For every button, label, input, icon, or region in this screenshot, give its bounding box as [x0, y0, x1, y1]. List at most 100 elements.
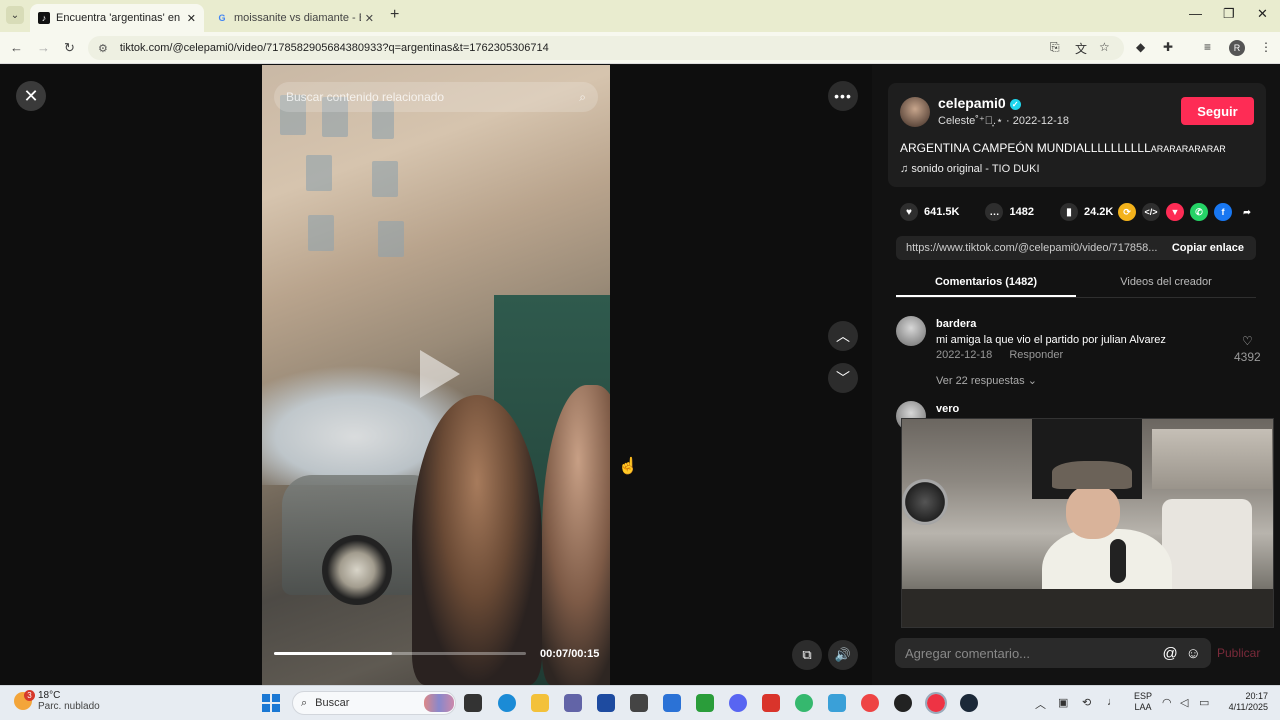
reload-icon[interactable]: ↻	[64, 40, 75, 56]
file-explorer-icon[interactable]	[531, 694, 549, 712]
bookmark-star-icon[interactable]: ☆	[1099, 40, 1110, 54]
tab-tiktok[interactable]: ♪ Encuentra 'argentinas' en TikTok ✕	[30, 4, 204, 32]
edge-icon[interactable]	[498, 694, 516, 712]
video-timecode: 00:07/00:15	[540, 648, 600, 660]
share-arrow-icon[interactable]: ➦	[1238, 203, 1256, 221]
extensions-puzzle-icon[interactable]: ✚	[1163, 40, 1173, 54]
tab-comments[interactable]: Comentarios (1482)	[896, 270, 1076, 297]
tray-sync-icon[interactable]: ⟲	[1082, 696, 1091, 709]
app-red-icon[interactable]	[762, 694, 780, 712]
taskbar-search-label: Buscar	[315, 697, 350, 709]
language-indicator[interactable]: ESP LAA	[1134, 691, 1152, 713]
follow-button[interactable]: Seguir	[1181, 97, 1254, 125]
profile-avatar[interactable]: R	[1229, 40, 1245, 56]
publish-button[interactable]: Publicar	[1217, 646, 1260, 660]
post-link[interactable]: https://www.tiktok.com/@celepami0/video/…	[896, 242, 1160, 254]
related-search-input[interactable]: Buscar contenido relacionado ⌕	[274, 82, 598, 112]
chrome-active-icon[interactable]	[925, 692, 947, 714]
install-app-icon[interactable]: ⎘	[1050, 40, 1060, 55]
comment-like[interactable]: ♡ 4392	[1234, 334, 1261, 364]
view-replies-button[interactable]: Ver 22 respuestas ⌄	[936, 374, 1037, 387]
copy-link-button[interactable]: Copiar enlace	[1160, 242, 1256, 254]
app-green-icon[interactable]	[795, 694, 813, 712]
tab-creator-videos[interactable]: Videos del creador	[1076, 270, 1256, 297]
weather-widget[interactable]: 3 18°C Parc. nublado	[14, 690, 100, 712]
weather-desc: Parc. nublado	[38, 701, 100, 712]
xbox-icon[interactable]	[696, 694, 714, 712]
start-windows-icon[interactable]	[262, 694, 280, 712]
tab-google[interactable]: G moissanite vs diamante - Busca ✕	[208, 4, 382, 32]
app-cube-icon[interactable]	[630, 694, 648, 712]
comment-bubble-icon[interactable]: …	[985, 203, 1004, 221]
menu-kebab-icon[interactable]: ⋮	[1260, 40, 1272, 54]
video-stage: ✕ Buscar contenido relacionado ⌕ 00:07/0…	[0, 65, 872, 685]
floating-player-button[interactable]: ⧉	[792, 640, 822, 670]
close-tab-icon[interactable]: ✕	[365, 12, 374, 25]
comment-username[interactable]: bardera	[936, 318, 976, 330]
battery-icon[interactable]: ▭	[1199, 696, 1209, 709]
notepad-icon[interactable]	[828, 694, 846, 712]
discord-icon[interactable]	[729, 694, 747, 712]
language-line1: ESP	[1134, 691, 1153, 701]
whatsapp-icon[interactable]: ✆	[1190, 203, 1208, 221]
wifi-icon[interactable]: ◠	[1162, 696, 1172, 709]
comment-input[interactable]: Agregar comentario... @ ☺	[895, 638, 1211, 668]
search-icon[interactable]: ⌕	[579, 90, 586, 105]
facebook-icon[interactable]: f	[1214, 203, 1232, 221]
tray-app-icon[interactable]: ▣	[1058, 696, 1068, 709]
reply-button[interactable]: Responder	[1009, 349, 1063, 361]
app-azure-icon[interactable]	[663, 694, 681, 712]
send-friends-icon[interactable]: ▼	[1166, 203, 1184, 221]
next-video-button[interactable]: ﹀	[828, 363, 858, 393]
maximize-icon[interactable]: ❐	[1223, 6, 1235, 22]
back-icon[interactable]: ←	[10, 40, 23, 55]
store-icon[interactable]	[597, 694, 615, 712]
task-view-icon[interactable]	[464, 694, 482, 712]
copy-link-box: https://www.tiktok.com/@celepami0/video/…	[896, 236, 1256, 260]
comment-username[interactable]: vero	[936, 403, 959, 415]
video-progress-bar[interactable]	[274, 652, 526, 655]
taskbar-clock[interactable]: 20:17 4/11/2025	[1222, 691, 1268, 713]
media-control-icon[interactable]: ≡	[1204, 40, 1211, 54]
speaker-icon[interactable]: ◁	[1180, 696, 1188, 709]
comment-avatar[interactable]	[896, 316, 926, 346]
translate-icon[interactable]: 文	[1075, 40, 1087, 57]
close-video-button[interactable]: ✕	[16, 81, 46, 111]
play-icon[interactable]	[420, 350, 460, 398]
comment-heart-icon[interactable]: ♡	[1242, 334, 1253, 348]
teams-icon[interactable]	[564, 694, 582, 712]
bookmark-icon[interactable]: ▮	[1059, 203, 1078, 221]
previous-video-button[interactable]: ︿	[828, 321, 858, 351]
share-row: ⟳ </> ▼ ✆ f ➦	[1118, 203, 1256, 221]
author-username[interactable]: celepami0 ✓	[938, 95, 1021, 111]
comment-like-count: 4392	[1234, 350, 1261, 364]
mention-icon[interactable]: @	[1162, 645, 1177, 662]
microphone-icon[interactable]: ♩	[1107, 696, 1118, 708]
post-sound[interactable]: ♫ sonido original - TIO DUKI	[900, 163, 1040, 175]
obs-icon[interactable]	[894, 694, 912, 712]
new-tab-button[interactable]: +	[390, 6, 399, 24]
search-highlight-icon	[424, 694, 454, 712]
author-avatar[interactable]	[900, 97, 930, 127]
more-options-button[interactable]: •••	[828, 81, 858, 111]
chevron-down-icon: ⌄	[1027, 375, 1037, 387]
site-info-icon[interactable]: ⚙	[98, 42, 108, 55]
minimize-icon[interactable]: —	[1189, 6, 1202, 21]
view-replies-label: Ver 22 respuestas	[936, 375, 1025, 387]
embed-code-icon[interactable]: </>	[1142, 203, 1160, 221]
forward-icon[interactable]: →	[37, 40, 50, 55]
like-heart-icon[interactable]: ♥	[900, 203, 918, 221]
tab-search-dropdown[interactable]: ⌄	[6, 6, 24, 24]
close-tab-icon[interactable]: ✕	[187, 12, 196, 25]
post-description-tail: ARARARARARAR	[1150, 144, 1226, 154]
url-field[interactable]: ⚙ tiktok.com/@celepami0/video/7178582905…	[88, 36, 1124, 60]
emoji-icon[interactable]: ☺	[1186, 645, 1201, 662]
google-favicon-icon: G	[218, 13, 226, 23]
close-window-icon[interactable]: ✕	[1257, 6, 1268, 22]
steam-icon[interactable]	[960, 694, 978, 712]
repost-icon[interactable]: ⟳	[1118, 203, 1136, 221]
volume-button[interactable]: 🔊	[828, 640, 858, 670]
show-hidden-icons-icon[interactable]: ︿	[1035, 696, 1046, 712]
extension-icon[interactable]: ◆	[1136, 40, 1145, 54]
chrome-icon[interactable]	[861, 694, 879, 712]
